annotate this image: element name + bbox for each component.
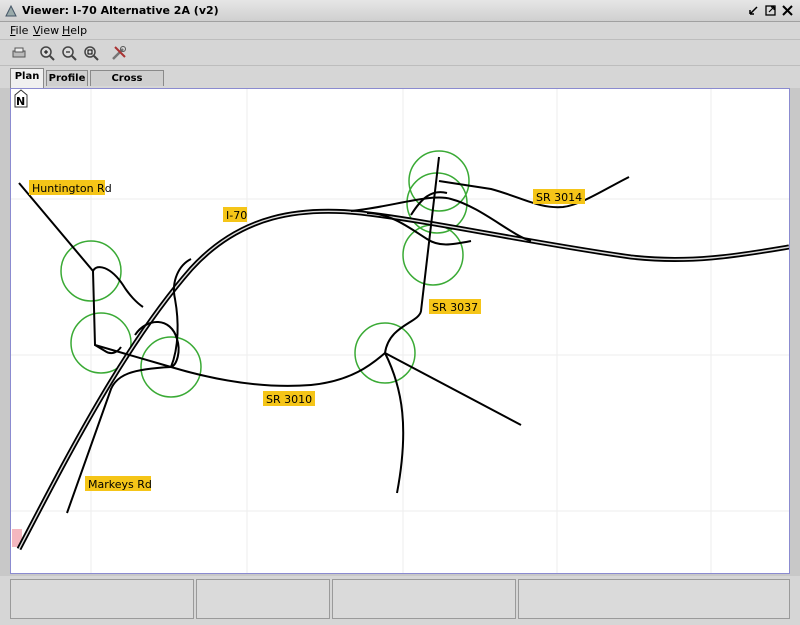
- title-bar: Viewer: I-70 Alternative 2A (v2): [0, 0, 800, 22]
- status-bar: [0, 576, 800, 625]
- north-arrow-icon: N: [14, 89, 28, 108]
- label-huntington-rd: Huntington Rd: [32, 182, 112, 195]
- status-panel: [10, 579, 194, 619]
- status-panel: [196, 579, 330, 619]
- status-panel: [332, 579, 516, 619]
- label-sr3037: SR 3037: [432, 301, 478, 314]
- road-labels: Huntington Rd I-70 SR 3014 SR 3037 SR 30…: [29, 180, 585, 491]
- label-markeys-rd: Markeys Rd: [88, 478, 152, 491]
- window-title: Viewer: I-70 Alternative 2A (v2): [22, 4, 219, 17]
- label-i70: I-70: [226, 209, 247, 222]
- menu-file[interactable]: File: [10, 24, 28, 37]
- tab-cross-section[interactable]: Cross Section: [90, 70, 164, 99]
- menu-view[interactable]: View: [33, 24, 59, 37]
- maximize-icon[interactable]: [764, 4, 777, 17]
- plan-drawing[interactable]: N Huntington Rd I-70 SR 3014 SR 3037 SR …: [11, 89, 789, 573]
- zoom-extent-icon[interactable]: [82, 44, 100, 62]
- zoom-in-icon[interactable]: [38, 44, 56, 62]
- label-sr3014: SR 3014: [536, 191, 582, 204]
- toolbar: [0, 40, 800, 66]
- tools-icon[interactable]: [110, 44, 128, 62]
- status-panel: [518, 579, 790, 619]
- minimize-icon[interactable]: [747, 4, 760, 17]
- menu-bar: File View Help: [0, 22, 800, 40]
- app-icon: [5, 4, 17, 17]
- close-icon[interactable]: [781, 4, 794, 17]
- plan-canvas[interactable]: N Huntington Rd I-70 SR 3014 SR 3037 SR …: [10, 88, 790, 574]
- tab-profile[interactable]: Profile: [46, 70, 88, 86]
- menu-help[interactable]: Help: [62, 24, 87, 37]
- north-arrow-label: N: [16, 95, 25, 108]
- zoom-out-icon[interactable]: [60, 44, 78, 62]
- label-sr3010: SR 3010: [266, 393, 312, 406]
- tab-plan[interactable]: Plan: [10, 68, 44, 88]
- interchange-circle[interactable]: [402, 224, 464, 286]
- view-tabs: Plan Profile Cross Section: [0, 66, 800, 99]
- print-icon[interactable]: [10, 44, 28, 62]
